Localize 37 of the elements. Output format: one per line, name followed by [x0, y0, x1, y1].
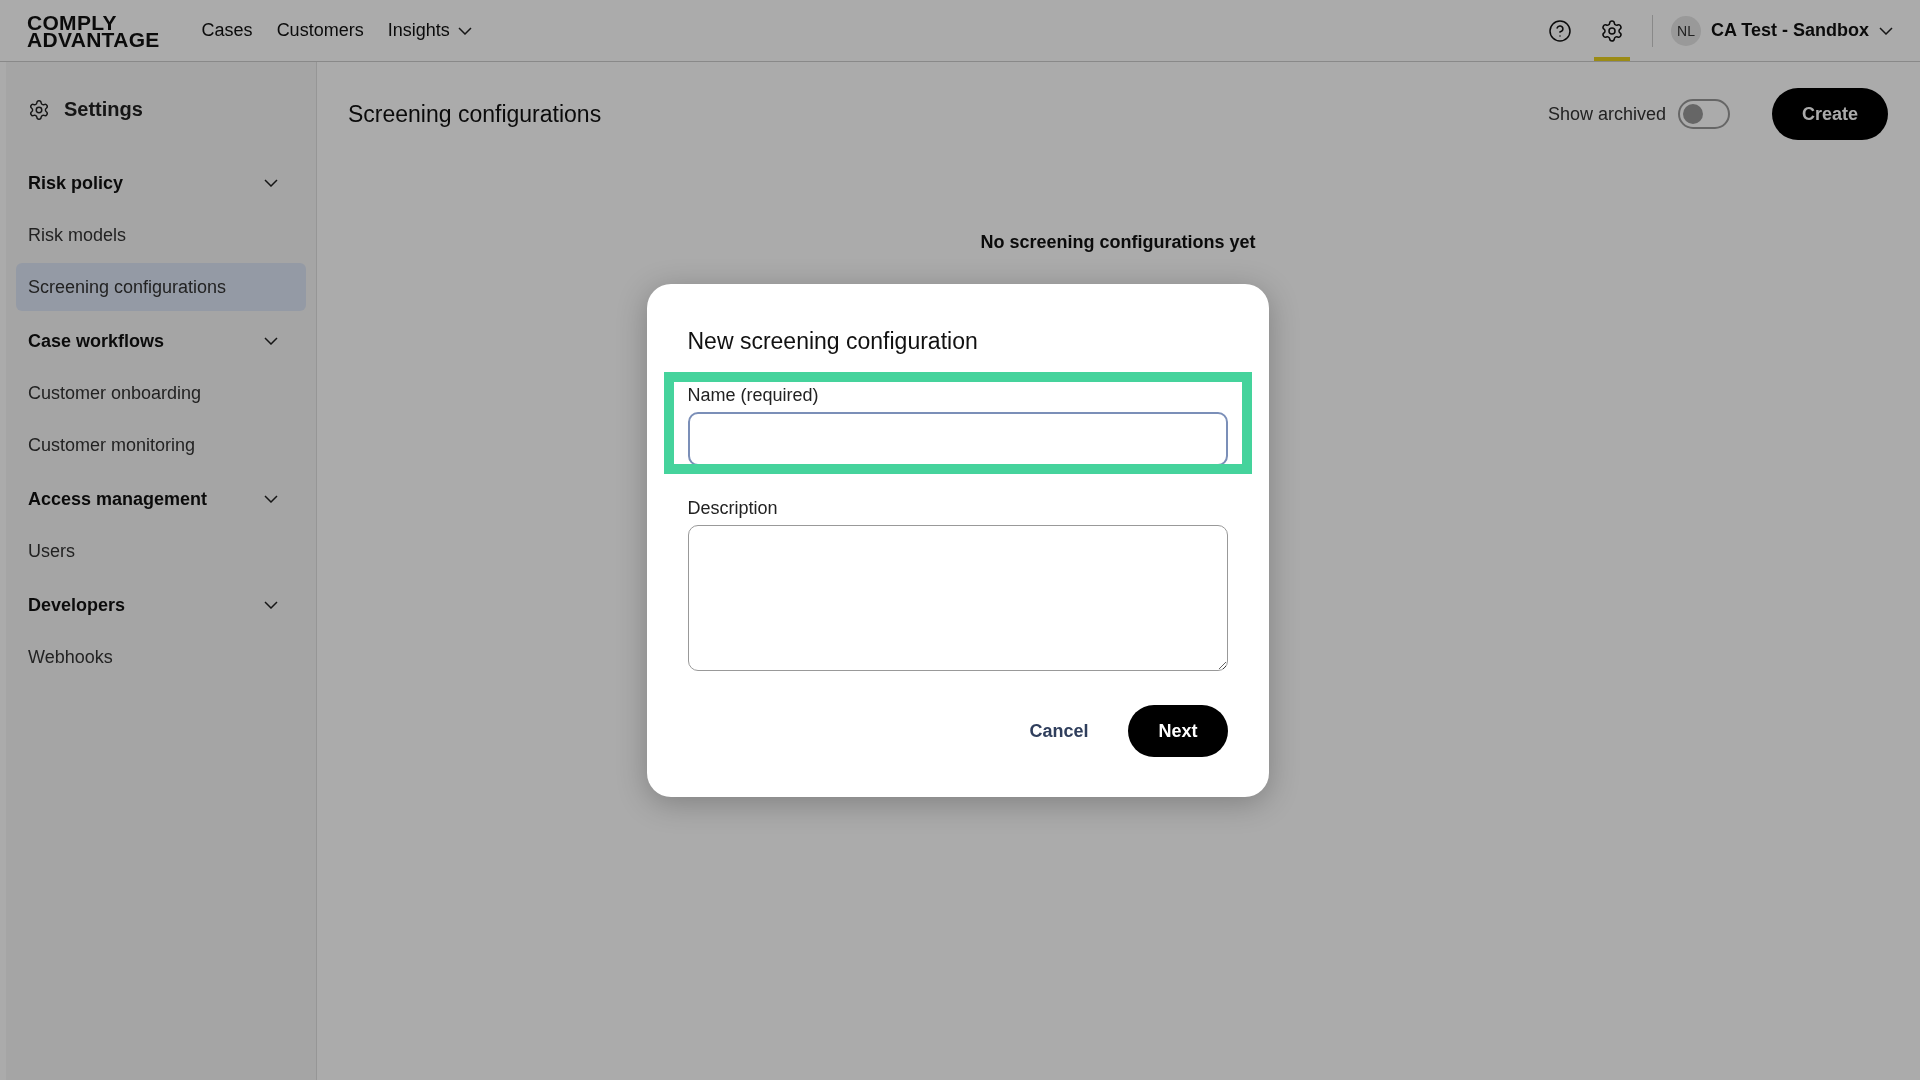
sidebar-title: Settings: [64, 98, 143, 121]
archived-toggle[interactable]: [1677, 99, 1730, 129]
section-header[interactable]: Risk policy: [16, 157, 306, 209]
avatar: NL: [1671, 15, 1701, 46]
chevron-icon: [1879, 26, 1893, 35]
nav-link[interactable]: Insights: [387, 20, 472, 41]
settings-icon: [28, 98, 50, 121]
chevron-icon: [264, 601, 278, 609]
toggle-label: Show archived: [1547, 103, 1666, 125]
section-header[interactable]: Access management: [16, 473, 306, 525]
description-field[interactable]: [687, 525, 1228, 671]
chevron-icon: [264, 179, 278, 187]
page-title: Screening configurations: [348, 100, 602, 128]
section-header[interactable]: Developers: [16, 579, 306, 631]
logo[interactable]: COMPLY ADVANTAGE: [27, 13, 160, 48]
sidebar-item[interactable]: Screening configurations: [16, 263, 306, 311]
create-button[interactable]: Create: [1771, 88, 1888, 140]
cancel-button[interactable]: Cancel: [1029, 712, 1089, 750]
account-menu[interactable]: NL CA Test - Sandbox: [1671, 15, 1893, 46]
chevron-icon: [264, 495, 278, 503]
nav-link[interactable]: Cases: [201, 20, 253, 41]
dialog-title: New screening configuration: [687, 328, 979, 355]
name-field[interactable]: [687, 412, 1228, 466]
next-button[interactable]: Next: [1128, 705, 1228, 757]
empty-state-title: No screening configurations yet: [980, 232, 1256, 252]
sidebar-item[interactable]: Customer monitoring: [16, 421, 306, 469]
section-header[interactable]: Case workflows: [16, 315, 306, 367]
sidebar-item[interactable]: Customer onboarding: [16, 369, 306, 417]
sidebar-item[interactable]: Webhooks: [16, 633, 306, 681]
chevron-icon: [264, 337, 278, 345]
field-label: Name (required): [687, 385, 819, 406]
field-label: Description: [687, 498, 778, 519]
sidebar-item[interactable]: Users: [16, 527, 306, 575]
nav-link[interactable]: Customers: [276, 20, 364, 41]
sidebar-item[interactable]: Risk models: [16, 211, 306, 259]
settings-icon: [1600, 18, 1624, 43]
help-icon: [1548, 18, 1572, 43]
